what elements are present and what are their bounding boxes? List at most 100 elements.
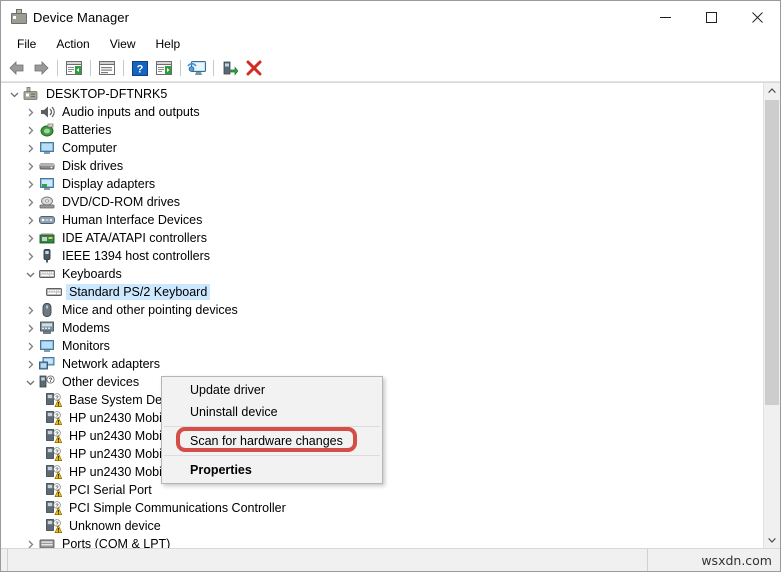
forward-arrow-icon[interactable] [29, 57, 53, 79]
chevron-right-icon[interactable] [23, 216, 38, 225]
enable-device-icon[interactable] [218, 57, 242, 79]
tree-item-computer[interactable]: Computer [1, 139, 763, 157]
context-menu[interactable]: Update driver Uninstall device Scan for … [161, 376, 383, 484]
menu-action[interactable]: Action [46, 35, 99, 53]
context-menu-item-scan-for-hardware-changes[interactable]: Scan for hardware changes [162, 430, 382, 452]
tree-item-standard-ps2-keyboard[interactable]: Standard PS/2 Keyboard [1, 283, 763, 301]
tree-item-pci-simple-communications-controller[interactable]: ? PCI Simple Communications Controller [1, 499, 763, 517]
context-menu-item-update-driver[interactable]: Update driver [162, 379, 382, 401]
update-driver-icon[interactable] [152, 57, 176, 79]
help-icon[interactable]: ? [128, 57, 152, 79]
tree-item-modems[interactable]: Modems [1, 319, 763, 337]
menu-view[interactable]: View [100, 35, 146, 53]
unknown-device-warning-icon: ? [45, 411, 63, 425]
chevron-right-icon[interactable] [23, 342, 38, 351]
chevron-right-icon[interactable] [23, 144, 38, 153]
device-manager-window: Device Manager File Action View Help ? D… [0, 0, 781, 572]
display-adapter-icon [38, 177, 56, 191]
tree-item-monitors[interactable]: Monitors [1, 337, 763, 355]
device-tree[interactable]: DESKTOP-DFTNRK5 Audio inputs and outputs [1, 83, 763, 548]
context-menu-separator [164, 426, 380, 427]
tree-item-display-adapters[interactable]: Display adapters [1, 175, 763, 193]
chevron-right-icon[interactable] [23, 162, 38, 171]
keyboard-icon [38, 269, 56, 279]
tree-item-label: IDE ATA/ATAPI controllers [62, 231, 207, 245]
tree-item-keyboards[interactable]: Keyboards [1, 265, 763, 283]
menu-help[interactable]: Help [146, 35, 191, 53]
properties-icon[interactable] [95, 57, 119, 79]
speaker-icon [38, 105, 56, 119]
uninstall-device-icon[interactable] [242, 57, 266, 79]
status-segment-right: wsxdn.com [648, 549, 780, 571]
unknown-device-warning-icon: ? [45, 429, 63, 443]
ide-controller-icon [38, 232, 56, 245]
tree-item-label: Other devices [62, 375, 140, 389]
mouse-icon [38, 303, 56, 317]
chevron-right-icon[interactable] [23, 180, 38, 189]
tree-item-label: Ports (COM & LPT) [62, 537, 171, 548]
tree-item-ieee-1394-host-controllers[interactable]: IEEE 1394 host controllers [1, 247, 763, 265]
scroll-up-icon[interactable] [764, 83, 780, 99]
toolbar-separator [213, 60, 214, 76]
tree-item-ports-com-lpt[interactable]: Ports (COM & LPT) [1, 535, 763, 548]
svg-text:?: ? [49, 377, 53, 384]
chevron-right-icon[interactable] [23, 252, 38, 261]
tree-item-dvd-cd-rom-drives[interactable]: DVD/CD-ROM drives [1, 193, 763, 211]
window-controls [642, 1, 780, 33]
tree-item-disk-drives[interactable]: Disk drives [1, 157, 763, 175]
monitor-icon [38, 141, 56, 155]
toolbar-separator [57, 60, 58, 76]
tree-item-label: Network adapters [62, 357, 160, 371]
context-menu-item-properties[interactable]: Properties [162, 459, 382, 481]
unknown-device-warning-icon: ? [45, 447, 63, 461]
port-icon [38, 538, 56, 548]
chevron-down-icon[interactable] [23, 270, 38, 279]
chevron-right-icon[interactable] [23, 324, 38, 333]
chevron-right-icon[interactable] [23, 360, 38, 369]
tree-item-label: Computer [62, 141, 117, 155]
back-arrow-icon[interactable] [5, 57, 29, 79]
tree-item-audio-inputs-and-outputs[interactable]: Audio inputs and outputs [1, 103, 763, 121]
vertical-scrollbar[interactable] [763, 83, 780, 548]
menu-bar: File Action View Help [1, 33, 780, 55]
title-bar: Device Manager [1, 1, 780, 33]
unknown-device-warning-icon: ? [45, 465, 63, 479]
tree-item-root[interactable]: DESKTOP-DFTNRK5 [1, 85, 763, 103]
close-icon[interactable] [734, 1, 780, 33]
chevron-right-icon[interactable] [23, 108, 38, 117]
keyboard-icon [45, 287, 63, 297]
tree-item-batteries[interactable]: Batteries [1, 121, 763, 139]
tree-item-unknown-device[interactable]: ? Unknown device [1, 517, 763, 535]
status-bar: wsxdn.com [1, 548, 780, 571]
show-hide-console-tree-icon[interactable] [62, 57, 86, 79]
chevron-right-icon[interactable] [23, 234, 38, 243]
tree-item-network-adapters[interactable]: Network adapters [1, 355, 763, 373]
content-area: DESKTOP-DFTNRK5 Audio inputs and outputs [1, 82, 780, 548]
scrollbar-thumb[interactable] [765, 100, 779, 405]
toolbar-separator [180, 60, 181, 76]
maximize-icon[interactable] [688, 1, 734, 33]
firewire-icon [38, 249, 56, 263]
chevron-down-icon[interactable] [23, 378, 38, 387]
status-segment-main [8, 549, 648, 571]
window-title: Device Manager [33, 9, 130, 25]
chevron-right-icon[interactable] [23, 306, 38, 315]
tree-item-label: Modems [62, 321, 110, 335]
chevron-down-icon[interactable] [7, 90, 22, 99]
tree-item-human-interface-devices[interactable]: Human Interface Devices [1, 211, 763, 229]
disk-drive-icon [38, 160, 56, 172]
chevron-right-icon[interactable] [23, 198, 38, 207]
context-menu-item-uninstall-device[interactable]: Uninstall device [162, 401, 382, 423]
scan-for-hardware-changes-icon[interactable] [185, 57, 209, 79]
other-devices-icon: ? [38, 375, 56, 389]
unknown-device-warning-icon: ? [45, 483, 63, 497]
scroll-down-icon[interactable] [764, 532, 780, 548]
tree-item-label: Audio inputs and outputs [62, 105, 200, 119]
chevron-right-icon[interactable] [23, 126, 38, 135]
chevron-right-icon[interactable] [23, 540, 38, 549]
tree-item-mice-and-other-pointing-devices[interactable]: Mice and other pointing devices [1, 301, 763, 319]
minimize-icon[interactable] [642, 1, 688, 33]
menu-file[interactable]: File [7, 35, 46, 53]
tree-item-ide-ata-atapi-controllers[interactable]: IDE ATA/ATAPI controllers [1, 229, 763, 247]
unknown-device-warning-icon: ? [45, 393, 63, 407]
